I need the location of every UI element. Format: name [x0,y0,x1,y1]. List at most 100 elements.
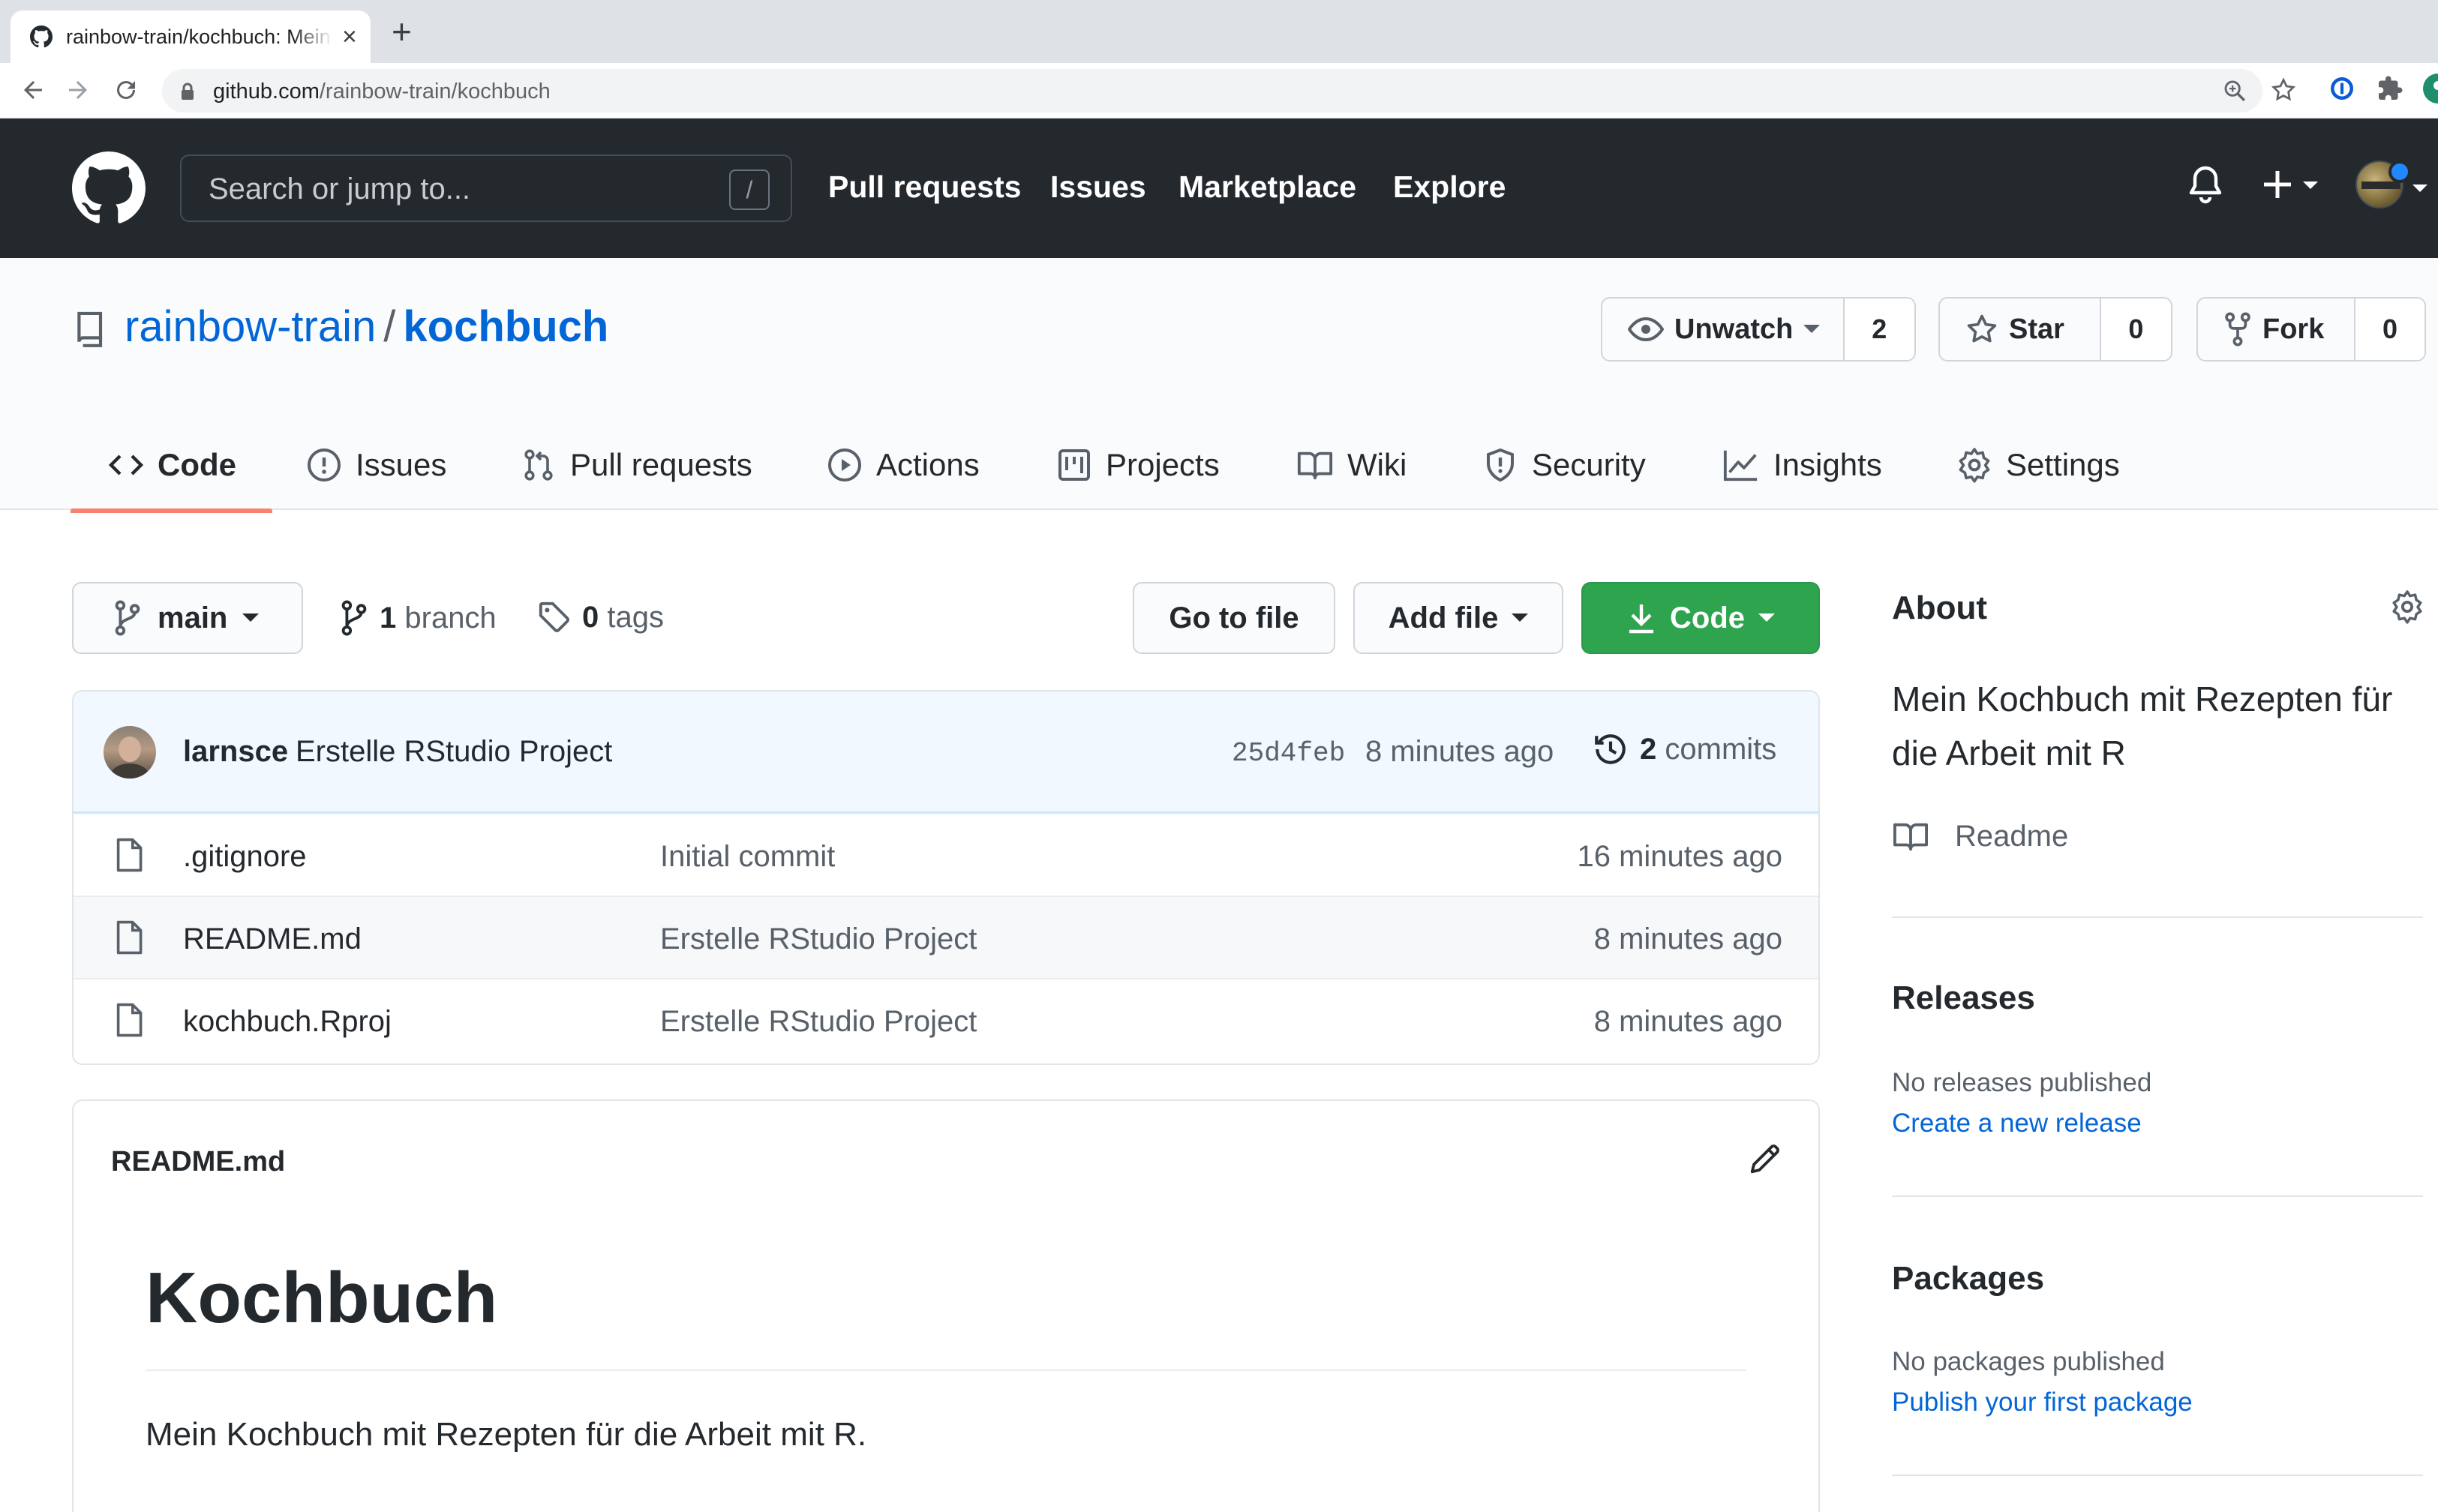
tab-issues[interactable]: Issues [306,432,446,510]
search-input[interactable] [209,171,719,207]
file-list: larnsce Erstelle RStudio Project 25d4feb… [72,690,1820,1065]
commit-count: 2 [1640,732,1657,766]
tab-label: Security [1532,447,1646,482]
fork-icon [2225,312,2250,346]
commits-link[interactable]: 2 commits [1592,730,1776,768]
about-heading: About [1892,590,1988,626]
chevron-down-icon[interactable] [2411,183,2429,194]
file-name-link[interactable]: kochbuch.Rproj [183,1005,392,1039]
github-logo-icon[interactable] [72,152,146,225]
star-button[interactable]: Star [1940,298,2100,360]
tab-security[interactable]: Security [1482,432,1646,510]
password-manager-icon[interactable] [2328,75,2355,102]
star-count[interactable]: 0 [2099,298,2171,360]
file-commit-message[interactable]: Erstelle RStudio Project [660,922,977,956]
repo-owner-link[interactable]: rainbow-train [125,302,376,351]
go-to-file-label: Go to file [1169,601,1299,634]
back-arrow-icon[interactable] [20,76,47,104]
profile-icon[interactable] [2421,72,2438,105]
readme-sidebar-link[interactable]: Readme [1892,819,2068,854]
zoom-icon[interactable] [2222,78,2247,104]
chevron-down-icon [1512,614,1529,622]
download-icon [1629,604,1653,634]
repo-icon [75,310,107,350]
publish-package-link[interactable]: Publish your first package [1892,1388,2193,1418]
reload-icon[interactable] [113,76,140,104]
sidebar-divider [1892,916,2423,918]
code-download-button[interactable]: Code [1581,582,1820,654]
nav-issues[interactable]: Issues [1050,170,1146,205]
nav-explore[interactable]: Explore [1393,170,1506,205]
tab-label: Projects [1106,447,1220,482]
add-file-button[interactable]: Add file [1353,582,1563,654]
add-file-label: Add file [1388,601,1499,634]
repo-title-separator: / [383,302,396,351]
branch-select-button[interactable]: main [72,582,303,654]
releases-heading[interactable]: Releases [1892,980,2035,1017]
pencil-edit-icon[interactable] [1748,1142,1782,1176]
branch-word: branch [404,601,497,634]
repo-name-link[interactable]: kochbuch [403,302,608,351]
notification-bell-icon[interactable] [2187,165,2223,204]
fork-button[interactable]: Fork [2198,298,2354,360]
readme-title[interactable]: README.md [111,1146,285,1178]
watch-label: Unwatch [1674,313,1794,345]
file-name-link[interactable]: .gitignore [183,840,307,874]
search-box[interactable]: / [180,154,792,222]
sidebar-divider [1892,1196,2423,1197]
file-commit-message[interactable]: Erstelle RStudio Project [660,1005,977,1039]
tab-projects[interactable]: Projects [1056,432,1220,510]
create-release-link[interactable]: Create a new release [1892,1108,2142,1138]
commit-message[interactable]: Erstelle RStudio Project [296,735,612,769]
commit-sha[interactable]: 25d4feb [1232,738,1345,769]
tab-insights[interactable]: Insights [1722,432,1882,510]
file-name-link[interactable]: README.md [183,922,362,956]
gear-icon[interactable] [2390,590,2424,624]
go-to-file-button[interactable]: Go to file [1133,582,1335,654]
extensions-puzzle-icon[interactable] [2376,75,2403,102]
tab-code[interactable]: Code [71,432,272,513]
repo-title: rainbow-train / kochbuch [125,302,608,352]
bookmark-star-icon[interactable] [2270,76,2297,104]
packages-heading[interactable]: Packages [1892,1260,2044,1298]
new-tab-icon[interactable]: + [392,14,412,49]
fork-label: Fork [2262,313,2325,345]
github-header: / Pull requests Issues Marketplace Explo… [0,118,2438,258]
watch-button[interactable]: Unwatch [1602,298,1843,360]
tab-close-icon[interactable]: × [342,24,357,50]
nav-pull-requests[interactable]: Pull requests [828,170,1021,205]
tab-wiki[interactable]: Wiki [1296,432,1407,510]
github-favicon-icon [30,26,53,48]
releases-note: No releases published [1892,1068,2152,1097]
graph-icon [1723,450,1758,482]
tab-actions[interactable]: Actions [827,432,980,510]
git-branch-icon [115,600,140,636]
git-branch-icon [341,600,367,636]
browser-tab[interactable]: rainbow-train/kochbuch: Mein Kochbuch mi… [11,10,371,63]
tab-pull-requests[interactable]: Pull requests [521,432,752,510]
chevron-down-icon [1758,614,1775,622]
book-icon [1893,823,1928,851]
tag-count: 0 [582,600,599,634]
address-bar[interactable]: github.com/rainbow-train/kochbuch [162,69,2262,112]
fork-count[interactable]: 0 [2354,298,2424,360]
tab-label: Code [158,447,236,482]
create-new-plus-icon[interactable] [2261,168,2324,201]
unread-indicator [2388,160,2411,183]
branches-link[interactable]: 1 branch [339,600,497,636]
tab-settings[interactable]: Settings [1956,432,2120,510]
file-commit-message[interactable]: Initial commit [660,840,835,874]
play-icon [828,448,861,482]
tab-label: Wiki [1347,447,1407,482]
commit-author-avatar[interactable] [104,726,156,778]
tab-label: Insights [1773,447,1882,482]
forward-arrow-icon[interactable] [65,76,92,104]
commit-author[interactable]: larnsce [183,735,288,769]
commit-count-word: commits [1665,732,1777,766]
watch-count[interactable]: 2 [1842,298,1914,360]
file-commit-age: 16 minutes ago [1577,840,1782,873]
url-host: github.com [213,80,320,104]
tags-link[interactable]: 0 tags [537,600,664,634]
nav-marketplace[interactable]: Marketplace [1178,170,1356,205]
code-button-label: Code [1670,601,1745,634]
